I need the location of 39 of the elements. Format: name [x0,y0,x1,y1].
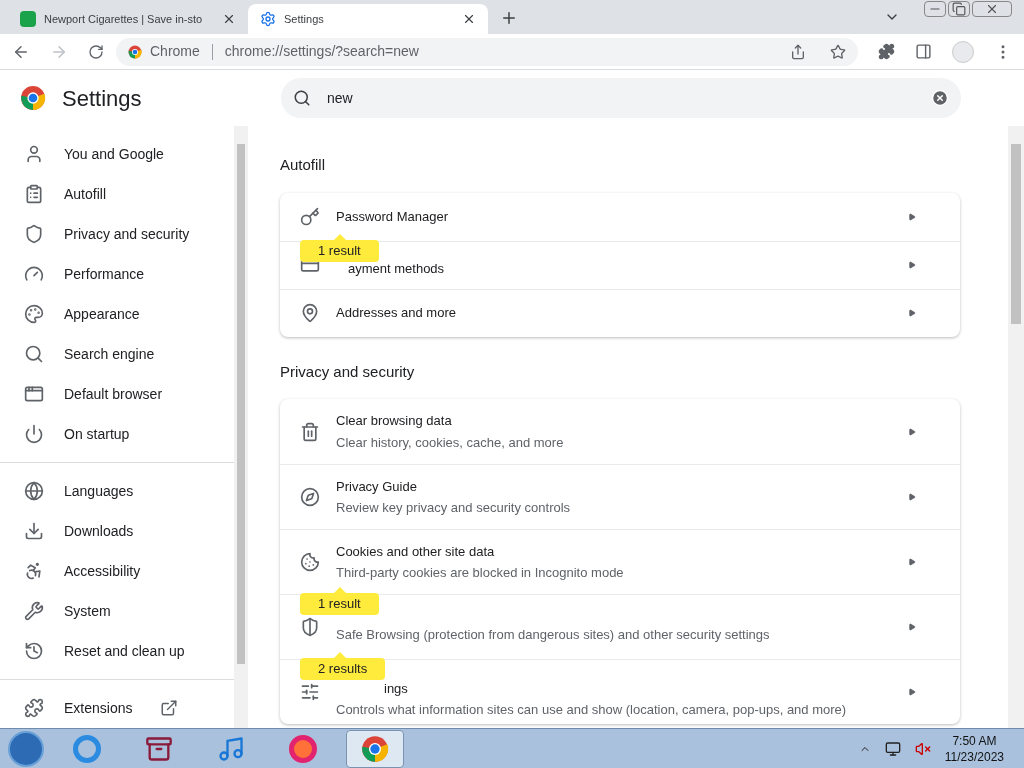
site-label: Chrome [150,42,200,61]
sidebar-item[interactable]: Extensions [0,688,234,728]
search-field[interactable]: new [281,78,961,118]
sidebar-item[interactable]: Privacy and security [0,214,234,254]
row-subtitle: Third-party cookies are blocked in Incognito mode [336,564,625,582]
row-title: Cookies and other site data [336,542,496,561]
sidebar-item[interactable]: On startup [0,414,234,454]
row-title: ayment methods [347,260,446,279]
page-title: Settings [62,84,142,113]
sidebar-item[interactable]: You and Google [0,134,234,174]
row-subtitle: Clear history, cookies, cache, and more [336,433,565,452]
row-subtitle: Safe Browsing (protection from dangerous sites) and other security settings [336,626,771,645]
browser-tab[interactable]: Settings [248,4,488,34]
tab-title: Settings [284,11,325,27]
sidebar-item[interactable]: Reset and clean up [0,631,234,671]
row-title: ings [383,679,409,698]
address-bar[interactable]: Chrome chrome://settings/?search=new [116,37,858,66]
sidebar-item[interactable]: Downloads [0,511,234,551]
url-text: chrome://settings/?search=new [224,42,419,61]
row-title: Addresses and more [336,304,457,323]
sidebar-item[interactable]: Performance [0,254,234,294]
sidebar-item[interactable]: Accessibility [0,551,234,591]
row-title: Clear browsing data [336,412,453,430]
tab-title: Newport Cigarettes | Save in-sto [44,11,204,27]
sidebar-item[interactable]: Search engine [0,334,234,374]
sidebar-item[interactable]: Appearance [0,294,234,334]
sidebar-item[interactable]: Languages [0,471,234,511]
clock-date: 11/23/2023 [944,748,1004,765]
row-title: Privacy Guide [336,477,418,496]
row-subtitle: Controls what information sites can use and show (location, camera, pop-ups, and more) [336,701,848,719]
sidebar-item[interactable]: System [0,591,234,631]
clock-time: 7:50 AM [952,732,997,749]
section-heading: Privacy and security [280,361,416,382]
section-heading: Autofill [280,155,327,175]
browser-tab[interactable]: Newport Cigarettes | Save in-sto [8,4,248,34]
row-subtitle: Review key privacy and security controls [336,499,572,517]
sidebar-item[interactable]: Default browser [0,374,234,414]
sidebar-item[interactable]: Autofill [0,174,234,214]
row-title: Password Manager [336,207,449,226]
